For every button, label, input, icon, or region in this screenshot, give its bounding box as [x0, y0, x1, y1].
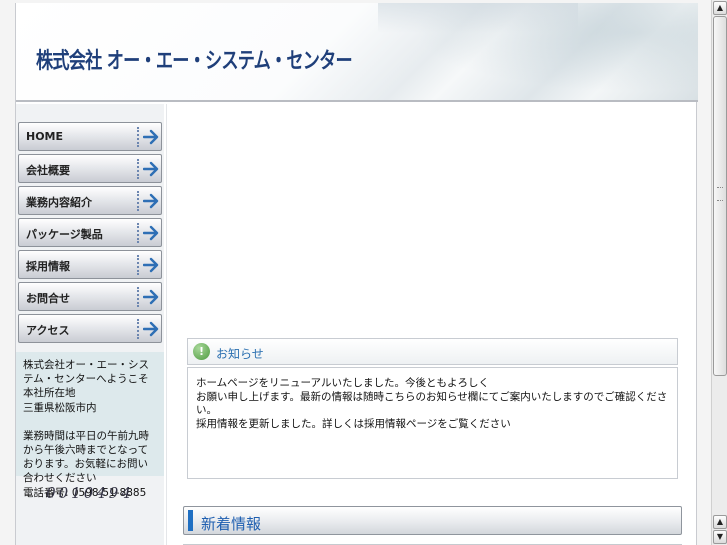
notice-body: ホームページをリニューアルいたしました。今後ともよろしく お願い申し上げます。最… [187, 367, 678, 479]
section-title: 新着情報 [201, 515, 262, 533]
nav-home-button[interactable]: HOME [18, 122, 162, 151]
nav-recruit-button[interactable]: 採用情報 [18, 250, 162, 279]
section-accent-bar [188, 510, 193, 531]
scroll-up-button[interactable]: ▲ [713, 1, 727, 15]
site-title[interactable]: 株式会社 オー・エー・システム・センター [36, 43, 353, 75]
nav-divider [137, 127, 139, 147]
main-content: ! お知らせ ホームページをリニューアルいたしました。今後ともよろしく お願い申… [166, 104, 698, 545]
caret-down-icon: ▼ [716, 532, 724, 541]
nav-label: 業務内容紹介 [26, 196, 92, 209]
arrow-right-icon [143, 161, 159, 177]
info-line: 株式会社オー・エー・システム・センターへようこそ [23, 359, 149, 386]
nav-divider [137, 287, 139, 307]
exclamation-circle-icon: ! [193, 343, 210, 360]
vertical-scrollbar[interactable]: ▲ ▲ ▼ [711, 0, 727, 545]
scroll-down-button[interactable]: ▼ [713, 530, 727, 544]
access-counter: 0010494 [46, 484, 134, 502]
info-line: 業務時間は平日の午前九時から午後六時までとなっております。お気軽にお問い合わせく… [23, 429, 149, 485]
nav-label: お問合せ [26, 292, 70, 305]
nav-divider [137, 191, 139, 211]
nav-label: 会社概要 [26, 164, 70, 177]
notice-line: 採用情報を更新しました。詳しくは採用情報ページをご覧ください [196, 417, 511, 430]
arrow-right-icon [143, 193, 159, 209]
arrow-right-icon [143, 289, 159, 305]
nav-divider [137, 223, 139, 243]
scroll-up-button-bottom[interactable]: ▲ [713, 515, 727, 529]
nav-label: HOME [26, 130, 64, 143]
arrow-right-icon [143, 129, 159, 145]
nav-label: アクセス [26, 324, 70, 337]
nav-services-button[interactable]: 業務内容紹介 [18, 186, 162, 215]
nav-company-button[interactable]: 会社概要 [18, 154, 162, 183]
info-line: 三重県松阪市内 [23, 401, 97, 414]
site-header: 株式会社 オー・エー・システム・センター [16, 3, 698, 102]
caret-up-icon: ▲ [716, 517, 724, 526]
section-header: 新着情報 [183, 506, 682, 535]
company-info-box: 株式会社オー・エー・システム・センターへようこそ 本社所在地 三重県松阪市内 業… [16, 352, 164, 499]
arrow-right-icon [143, 257, 159, 273]
notice-line: ホームページをリニューアルいたしました。今後ともよろしく [196, 377, 489, 389]
browser-viewport: 株式会社 オー・エー・システム・センター HOME 会社概要 業務内容紹介 パッ… [0, 0, 711, 545]
caret-up-icon: ▲ [716, 3, 724, 12]
grip-icon [717, 187, 723, 201]
page-container: 株式会社 オー・エー・システム・センター HOME 会社概要 業務内容紹介 パッ… [15, 3, 698, 545]
arrow-right-icon [143, 321, 159, 337]
header-decoration-top [378, 3, 578, 33]
arrow-right-icon [143, 225, 159, 241]
nav-label: パッケージ製品 [26, 228, 103, 241]
info-line: 本社所在地 [23, 387, 76, 400]
nav-access-button[interactable]: アクセス [18, 314, 162, 343]
nav-divider [137, 319, 139, 339]
nav-divider [137, 255, 139, 275]
notice-header: ! お知らせ [187, 338, 678, 365]
scroll-thumb[interactable] [713, 16, 727, 376]
nav-contact-button[interactable]: お問合せ [18, 282, 162, 311]
nav-label: 採用情報 [26, 260, 70, 273]
nav-divider [137, 159, 139, 179]
sidebar: HOME 会社概要 業務内容紹介 パッケージ製品 採用情報 お問合せ アクセス … [16, 104, 164, 545]
nav-products-button[interactable]: パッケージ製品 [18, 218, 162, 247]
notice-title: お知らせ [216, 347, 264, 361]
notice-line: お願い申し上げます。最新の情報は随時こちらのお知らせ欄にてご案内いたしますのでご… [196, 390, 668, 417]
